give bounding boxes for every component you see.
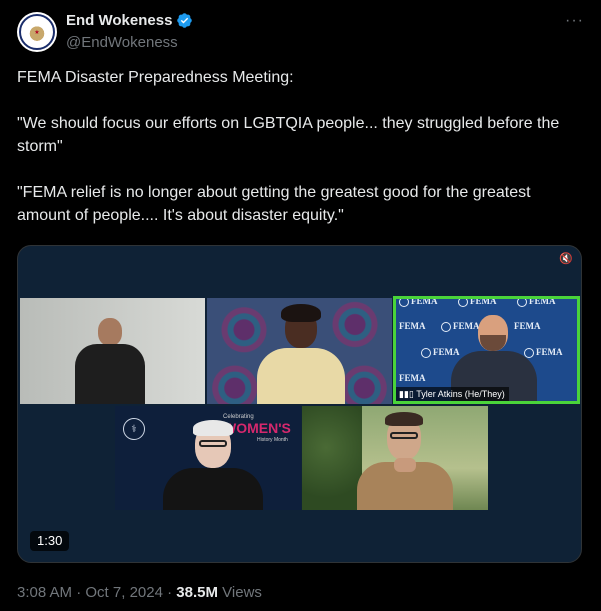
ellipsis-icon[interactable]: ···	[565, 12, 584, 30]
hhs-seal-icon: ⚕	[123, 418, 145, 440]
author-name-row: End Wokeness	[66, 12, 193, 29]
video-tile-participant-tyler: FEMA FEMA FEMA FEMA FEMA FEMA FEMA FEMA …	[393, 296, 580, 404]
video-tile-presenter	[20, 298, 205, 404]
video-tile-participant-man-outdoors	[302, 406, 488, 510]
views-label: Views	[222, 584, 262, 601]
author-display-name[interactable]: End Wokeness	[66, 12, 172, 29]
video-duration-badge: 1:30	[30, 531, 70, 551]
video-player[interactable]: 🔇 FEMA FEMA FEMA FEMA FEMA FEMA FEMA FEM…	[17, 245, 582, 563]
video-tile-participant-womens-month: ⚕ Celebrating WOMEN'S History Month	[115, 406, 301, 510]
tweet-text: FEMA Disaster Preparedness Meeting: "We …	[17, 69, 560, 224]
tweet-meta: 3:08 AM · Oct 7, 2024 · 38.5M Views	[17, 584, 262, 601]
views-count: 38.5M	[176, 584, 218, 601]
author-avatar[interactable]: ★	[17, 12, 57, 52]
tweet-timestamp[interactable]: 3:08 AM · Oct 7, 2024	[17, 584, 163, 601]
eagle-badge-icon: ★	[19, 14, 55, 50]
participant-name-label: ▮▮▯ Tyler Atkins (He/They)	[396, 387, 509, 401]
video-tile-participant-woman	[207, 298, 392, 404]
author-handle[interactable]: @EndWokeness	[66, 34, 178, 51]
mute-icon[interactable]: 🔇	[559, 252, 573, 266]
tweet: ★ End Wokeness @EndWokeness ··· FEMA Dis…	[0, 0, 601, 611]
verified-badge-icon	[177, 13, 193, 28]
